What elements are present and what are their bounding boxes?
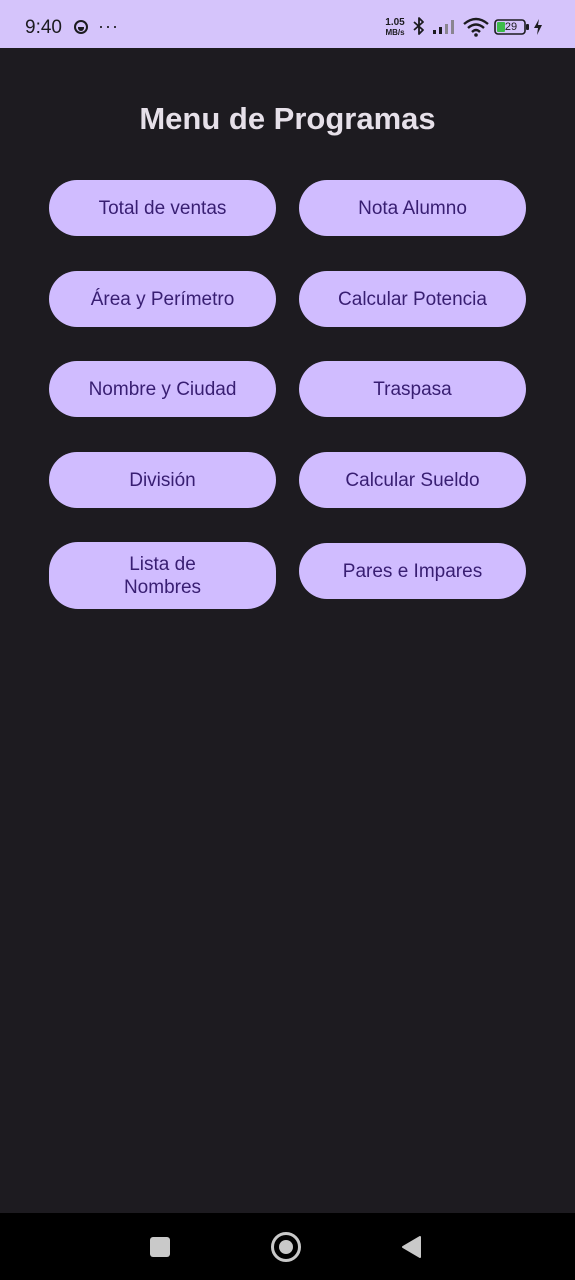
notification-app-icon xyxy=(74,20,88,34)
calcular-sueldo-button[interactable]: Calcular Sueldo xyxy=(299,452,526,508)
total-de-ventas-button[interactable]: Total de ventas xyxy=(49,180,276,236)
calcular-potencia-button[interactable]: Calcular Potencia xyxy=(299,271,526,327)
area-y-perimetro-button[interactable]: Área y Perímetro xyxy=(49,271,276,327)
navigation-bar xyxy=(0,1213,575,1280)
app-screen: 9:40 ··· 1.05 MB/s 29 Menu de Programas … xyxy=(0,0,575,1280)
division-button[interactable]: División xyxy=(49,452,276,508)
wifi-icon xyxy=(463,17,489,37)
network-speed-unit: MB/s xyxy=(385,28,405,37)
network-speed-value: 1.05 xyxy=(385,17,405,28)
pares-e-impares-button[interactable]: Pares e Impares xyxy=(299,543,526,599)
lista-de-nombres-button[interactable]: Lista de Nombres xyxy=(49,542,276,609)
nombre-y-ciudad-button[interactable]: Nombre y Ciudad xyxy=(49,361,276,417)
charging-icon xyxy=(534,19,542,35)
status-time: 9:40 xyxy=(25,17,62,38)
signal-strength-icon xyxy=(433,20,454,34)
page-title: Menu de Programas xyxy=(139,101,436,136)
bluetooth-icon xyxy=(413,17,424,35)
back-triangle-icon[interactable] xyxy=(400,1235,422,1259)
nota-alumno-button[interactable]: Nota Alumno xyxy=(299,180,526,236)
network-speed: 1.05 MB/s xyxy=(381,17,409,38)
traspasa-button[interactable]: Traspasa xyxy=(299,361,526,417)
more-notifications-icon: ··· xyxy=(98,16,119,36)
home-circle-icon[interactable] xyxy=(271,1232,301,1262)
status-bar: 9:40 ··· 1.05 MB/s 29 xyxy=(0,0,575,48)
recents-square-icon[interactable] xyxy=(150,1237,170,1257)
battery-level: 29 xyxy=(504,21,518,33)
